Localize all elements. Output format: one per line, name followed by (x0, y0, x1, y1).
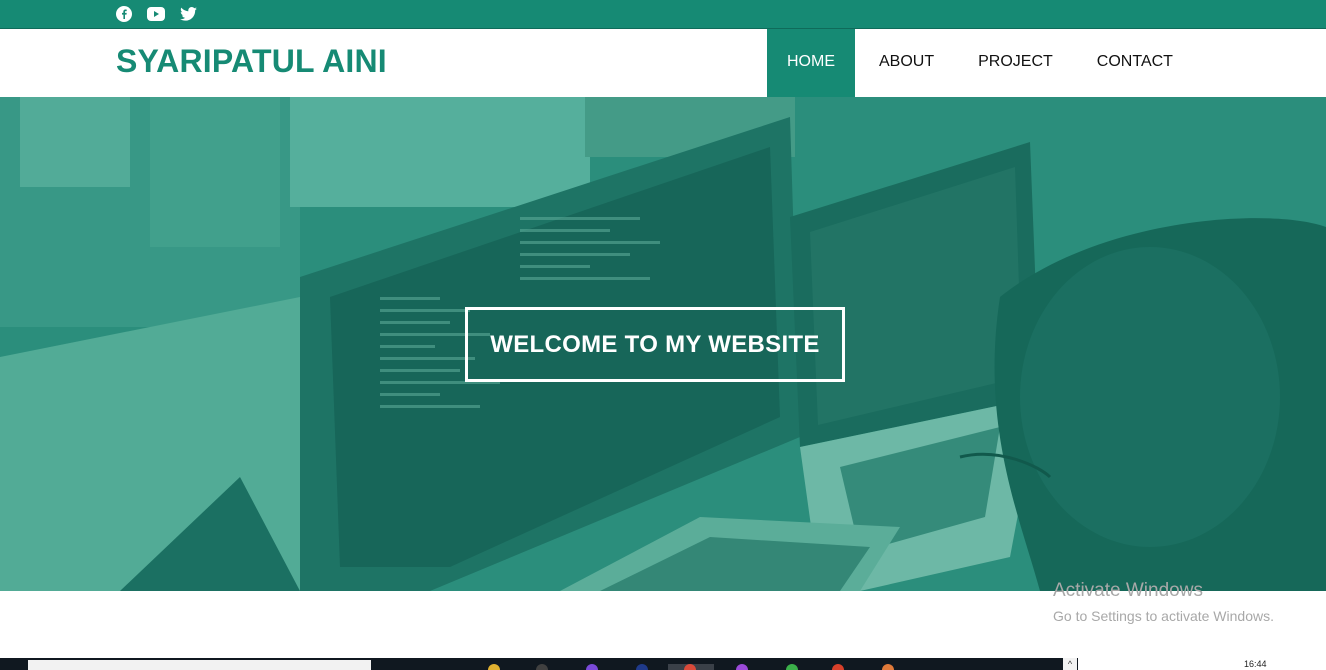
taskbar-app-icon[interactable] (832, 664, 844, 670)
chrome-icon[interactable] (684, 664, 696, 670)
social-links (114, 5, 198, 23)
watermark-title: Activate Windows (1053, 580, 1203, 601)
system-tray (1078, 658, 1326, 670)
nav-contact[interactable]: CONTACT (1075, 29, 1195, 97)
taskbar-app-icon[interactable] (536, 664, 548, 670)
chevron-up-icon[interactable]: ^ (1063, 658, 1077, 670)
site-header: SYARIPATUL AINI HOME ABOUT PROJECT CONTA… (0, 29, 1326, 97)
main-nav: HOME ABOUT PROJECT CONTACT (767, 29, 1195, 97)
nav-about[interactable]: ABOUT (855, 29, 956, 97)
youtube-icon[interactable] (146, 5, 166, 23)
welcome-banner: WELCOME TO MY WEBSITE (465, 307, 845, 382)
hero-banner: WELCOME TO MY WEBSITE (0, 97, 1326, 591)
activate-windows-watermark: Activate Windows Go to Settings to activ… (1053, 580, 1274, 624)
taskbar-app-icon[interactable] (786, 664, 798, 670)
taskbar-app-icon[interactable] (488, 664, 500, 670)
facebook-icon[interactable] (114, 5, 134, 23)
nav-project[interactable]: PROJECT (956, 29, 1075, 97)
taskbar-search-box[interactable] (28, 660, 371, 670)
windows-taskbar: ^ 16:44 (0, 658, 1326, 670)
taskbar-app-icon[interactable] (586, 664, 598, 670)
taskbar-app-icon[interactable] (882, 664, 894, 670)
top-social-bar (0, 0, 1326, 29)
site-brand[interactable]: SYARIPATUL AINI (116, 43, 387, 80)
twitter-icon[interactable] (178, 5, 198, 23)
watermark-subtitle: Go to Settings to activate Windows. (1053, 608, 1274, 624)
nav-home[interactable]: HOME (767, 29, 855, 97)
taskbar-clock[interactable]: 16:44 (1244, 659, 1267, 669)
taskbar-app-icon[interactable] (736, 664, 748, 670)
taskbar-app-icon[interactable] (636, 664, 648, 670)
